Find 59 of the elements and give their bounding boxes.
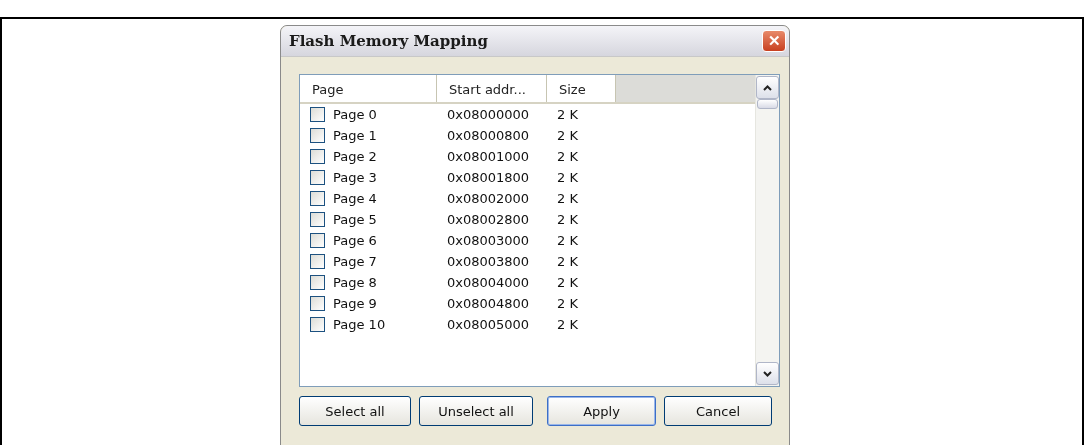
column-header[interactable]: Size xyxy=(547,75,616,102)
table-cell-text: 0x08001800 xyxy=(446,170,531,185)
table-cell-text: 2 K xyxy=(556,149,579,164)
column-header[interactable]: Start addr... xyxy=(437,75,547,102)
scrollbar[interactable] xyxy=(755,75,779,386)
dialog-button[interactable]: Apply xyxy=(547,396,656,426)
table-cell-text: 2 K xyxy=(556,191,579,206)
checkbox[interactable] xyxy=(310,233,325,248)
checkbox[interactable] xyxy=(310,128,325,143)
table-cell-text: 0x08005000 xyxy=(446,317,531,332)
column-header[interactable]: Page xyxy=(300,75,437,102)
dialog-button[interactable]: Cancel xyxy=(664,396,772,426)
table-cell-text: 2 K xyxy=(556,296,579,311)
checkbox[interactable] xyxy=(310,107,325,122)
table-cell-text: 2 K xyxy=(556,233,579,248)
page-label: Page 7 xyxy=(333,254,377,269)
table-cell-text: 2 K xyxy=(556,254,579,269)
page-label: Page 6 xyxy=(333,233,377,248)
scroll-up-button[interactable] xyxy=(756,76,779,99)
table-cell-text: 0x08001000 xyxy=(446,149,531,164)
table-cell-text: 0x08004000 xyxy=(446,275,531,290)
table-cell-text: 2 K xyxy=(556,317,579,332)
scroll-thumb[interactable] xyxy=(757,99,778,109)
table-cell-text: 2 K xyxy=(556,275,579,290)
table-cell-text: 0x08000000 xyxy=(446,107,531,122)
close-button[interactable]: ✕ xyxy=(762,30,786,52)
table-cell-text: 2 K xyxy=(556,170,579,185)
page-label: Page 5 xyxy=(333,212,377,227)
page-label: Page 1 xyxy=(333,128,377,143)
table-cell-text: 0x08002800 xyxy=(446,212,531,227)
page-label: Page 4 xyxy=(333,191,377,206)
table-cell-text: 0x08004800 xyxy=(446,296,531,311)
page-label: Page 3 xyxy=(333,170,377,185)
checkbox[interactable] xyxy=(310,191,325,206)
dialog-button[interactable]: Select all xyxy=(299,396,411,426)
table-cell-text: 0x08000800 xyxy=(446,128,531,143)
checkbox[interactable] xyxy=(310,317,325,332)
window-title: Flash Memory Mapping xyxy=(289,32,488,50)
table-cell-text: 0x08002000 xyxy=(446,191,531,206)
page-label: Page 0 xyxy=(333,107,377,122)
checkbox[interactable] xyxy=(310,296,325,311)
checkbox[interactable] xyxy=(310,212,325,227)
caret-down-icon xyxy=(763,370,772,377)
page-label: Page 10 xyxy=(333,317,386,332)
checkbox[interactable] xyxy=(310,275,325,290)
table-cell-text: 2 K xyxy=(556,128,579,143)
scroll-down-button[interactable] xyxy=(756,362,779,385)
page-label: Page 2 xyxy=(333,149,377,164)
caret-up-icon xyxy=(763,84,772,91)
table-cell-text: 0x08003800 xyxy=(446,254,531,269)
checkbox[interactable] xyxy=(310,149,325,164)
table-cell-text: 2 K xyxy=(556,107,579,122)
table-cell-text: 0x08003000 xyxy=(446,233,531,248)
page-label: Page 8 xyxy=(333,275,377,290)
dialog-button[interactable]: Unselect all xyxy=(419,396,533,426)
table-cell-text: 2 K xyxy=(556,212,579,227)
page-label: Page 9 xyxy=(333,296,377,311)
checkbox[interactable] xyxy=(310,170,325,185)
checkbox[interactable] xyxy=(310,254,325,269)
